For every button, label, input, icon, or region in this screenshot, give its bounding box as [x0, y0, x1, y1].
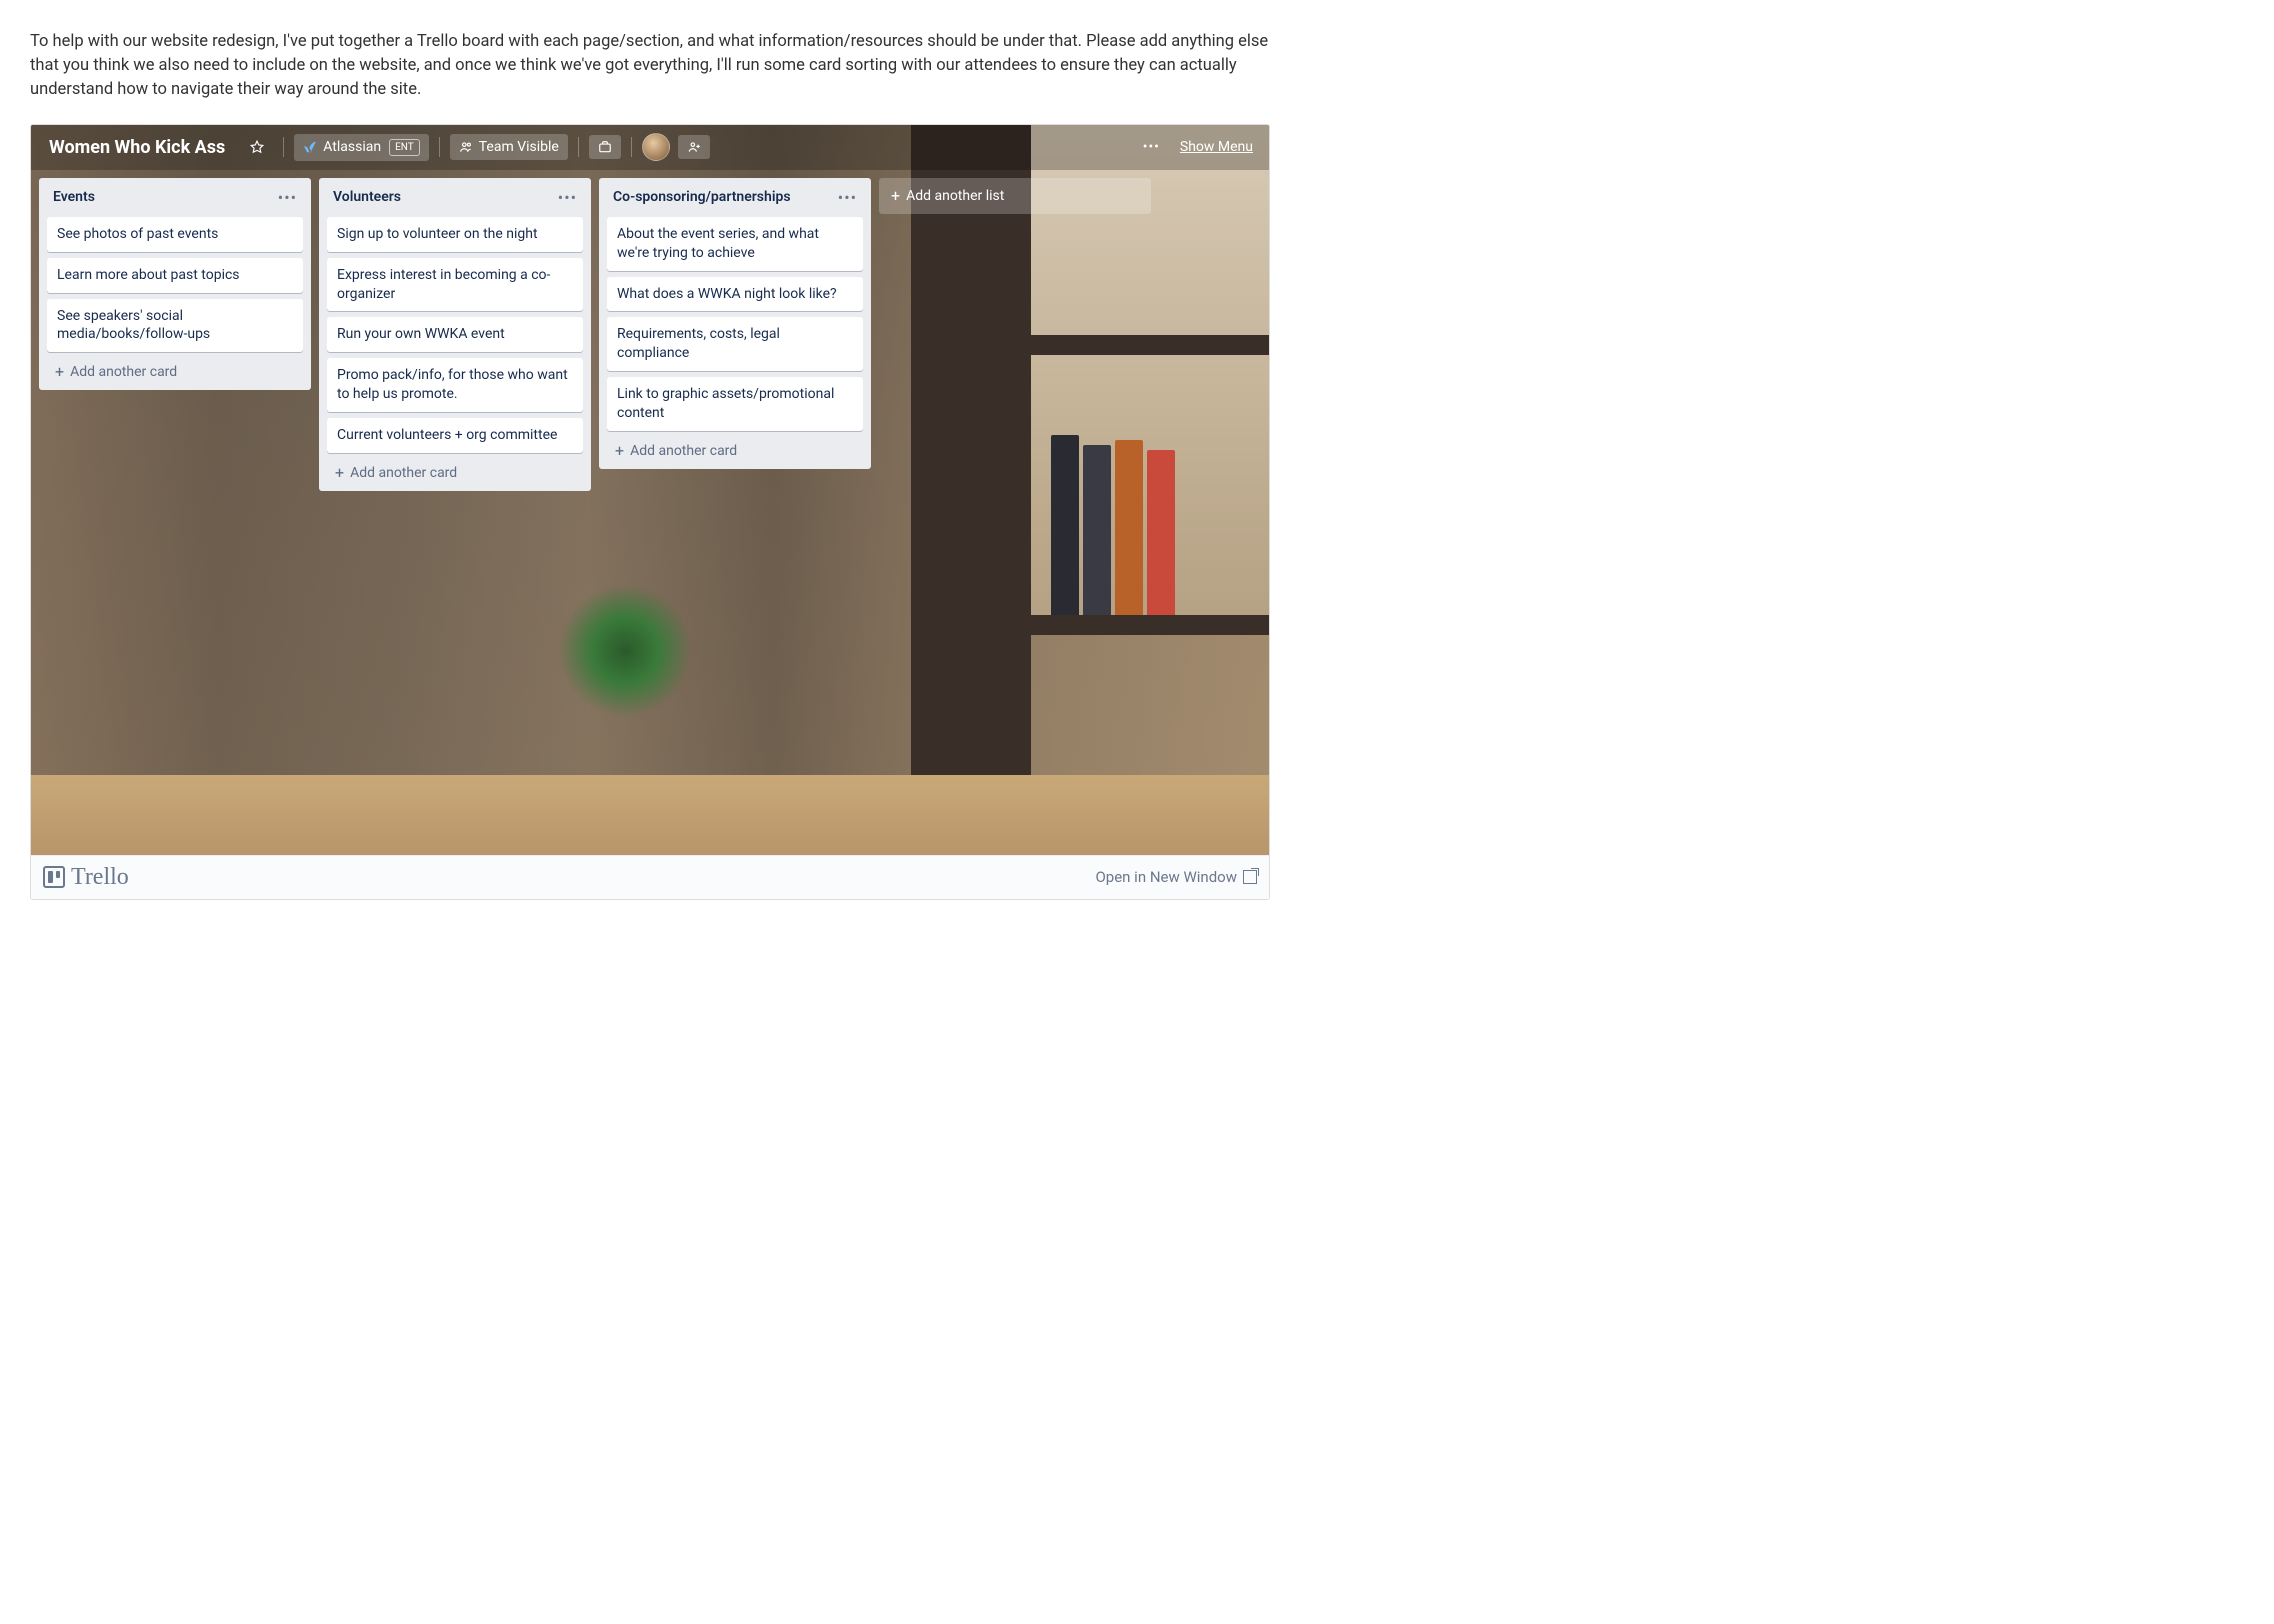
list-header: Co-sponsoring/partnerships •••: [607, 186, 863, 211]
list-partnerships: Co-sponsoring/partnerships ••• About the…: [599, 178, 871, 469]
list-title[interactable]: Co-sponsoring/partnerships: [613, 189, 791, 205]
star-icon: [250, 140, 264, 154]
trello-brand-text: Trello: [71, 864, 129, 891]
plus-icon: +: [335, 465, 344, 481]
open-new-window-link[interactable]: Open in New Window: [1095, 868, 1257, 886]
list-events: Events ••• See photos of past events Lea…: [39, 178, 311, 391]
external-link-icon: [1243, 870, 1257, 884]
board-title[interactable]: Women Who Kick Ass: [41, 133, 233, 162]
visibility-label: Team Visible: [479, 139, 559, 155]
list-title[interactable]: Volunteers: [333, 189, 401, 205]
add-card-button[interactable]: + Add another card: [327, 459, 583, 483]
add-member-button[interactable]: [678, 135, 710, 159]
lists-row: Events ••• See photos of past events Lea…: [31, 170, 1269, 499]
list-menu-button[interactable]: •••: [838, 188, 857, 207]
trello-mark-icon: [43, 866, 65, 888]
board-header: Women Who Kick Ass Atlassian ENT Team Vi…: [31, 125, 1269, 170]
add-card-label: Add another card: [350, 465, 457, 481]
member-avatar[interactable]: [642, 133, 670, 161]
list-title[interactable]: Events: [53, 189, 95, 205]
divider: [283, 137, 284, 157]
atlassian-icon: [303, 140, 317, 154]
add-list-button[interactable]: + Add another list: [879, 178, 1151, 214]
divider: [631, 137, 632, 157]
add-member-icon: [687, 140, 701, 154]
trello-logo[interactable]: Trello: [43, 864, 129, 891]
briefcase-icon: [598, 140, 612, 154]
card[interactable]: What does a WWKA night look like?: [607, 277, 863, 312]
card[interactable]: Requirements, costs, legal compliance: [607, 317, 863, 371]
org-name: Atlassian: [323, 139, 381, 155]
card[interactable]: See photos of past events: [47, 217, 303, 252]
card[interactable]: Express interest in becoming a co-organi…: [327, 258, 583, 312]
list-menu-button[interactable]: •••: [558, 188, 577, 207]
star-button[interactable]: [241, 135, 273, 159]
card[interactable]: Sign up to volunteer on the night: [327, 217, 583, 252]
briefcase-button[interactable]: [589, 135, 621, 159]
org-badge: ENT: [389, 139, 420, 156]
card[interactable]: Promo pack/info, for those who want to h…: [327, 358, 583, 412]
visibility-button[interactable]: Team Visible: [450, 134, 568, 160]
divider: [439, 137, 440, 157]
intro-paragraph: To help with our website redesign, I've …: [30, 30, 1270, 102]
card[interactable]: Link to graphic assets/promotional conte…: [607, 377, 863, 431]
embed-footer: Trello Open in New Window: [31, 855, 1269, 899]
menu-ellipsis[interactable]: •••: [1137, 135, 1166, 159]
list-header: Events •••: [47, 186, 303, 211]
card[interactable]: Run your own WWKA event: [327, 317, 583, 352]
list-header: Volunteers •••: [327, 186, 583, 211]
org-button[interactable]: Atlassian ENT: [294, 134, 428, 161]
open-new-label: Open in New Window: [1095, 868, 1237, 886]
card[interactable]: Learn more about past topics: [47, 258, 303, 293]
add-list-label: Add another list: [906, 188, 1004, 204]
show-menu-button[interactable]: Show Menu: [1174, 135, 1259, 159]
divider: [578, 137, 579, 157]
list-volunteers: Volunteers ••• Sign up to volunteer on t…: [319, 178, 591, 491]
people-icon: [459, 140, 473, 154]
plus-icon: +: [55, 364, 64, 380]
board-area: Women Who Kick Ass Atlassian ENT Team Vi…: [31, 125, 1269, 855]
plus-icon: +: [615, 443, 624, 459]
add-card-button[interactable]: + Add another card: [47, 358, 303, 382]
card[interactable]: About the event series, and what we're t…: [607, 217, 863, 271]
trello-embed: Women Who Kick Ass Atlassian ENT Team Vi…: [30, 124, 1270, 900]
plus-icon: +: [891, 188, 900, 204]
add-card-label: Add another card: [630, 443, 737, 459]
add-card-button[interactable]: + Add another card: [607, 437, 863, 461]
list-menu-button[interactable]: •••: [278, 188, 297, 207]
add-card-label: Add another card: [70, 364, 177, 380]
card[interactable]: Current volunteers + org committee: [327, 418, 583, 453]
card[interactable]: See speakers' social media/books/follow-…: [47, 299, 303, 353]
